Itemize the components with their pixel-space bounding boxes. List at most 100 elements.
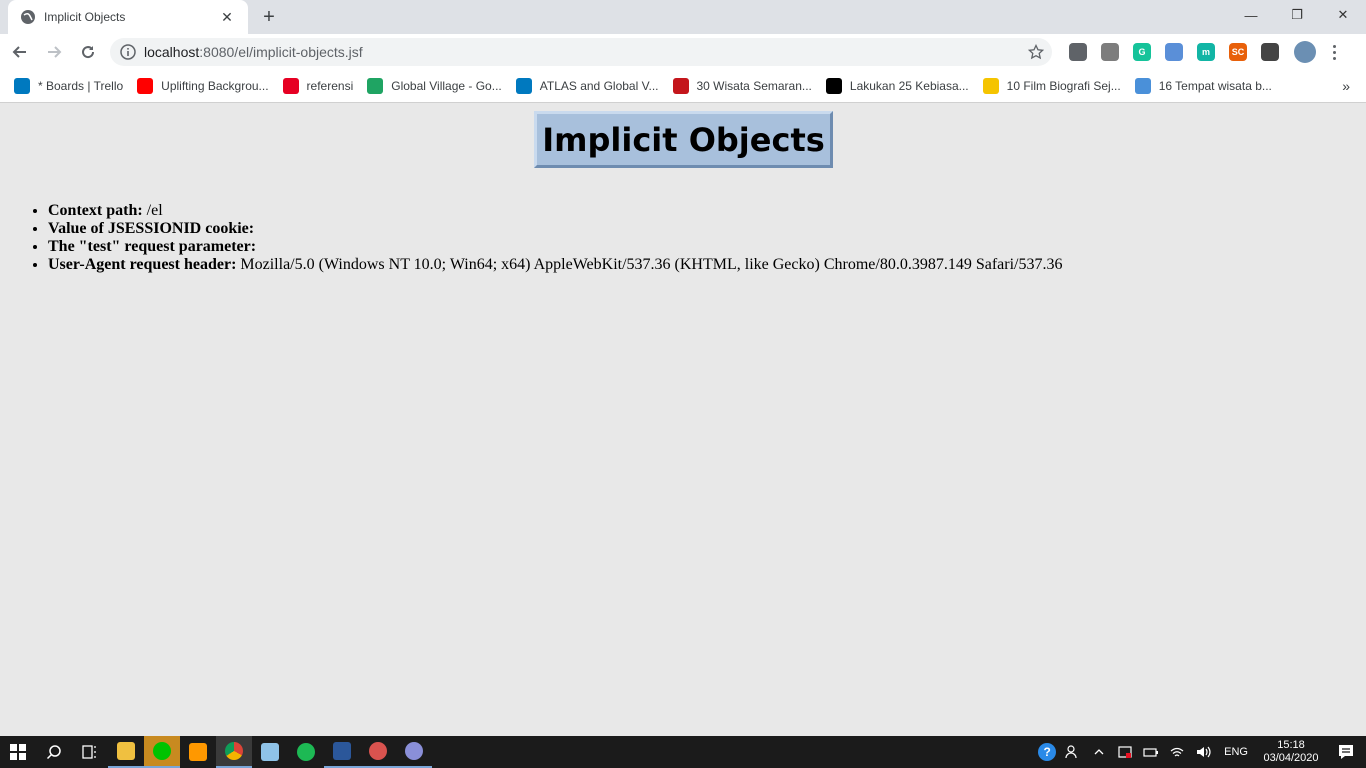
bookmark-item[interactable]: * Boards | Trello	[14, 78, 123, 94]
chevron-up-icon[interactable]	[1089, 742, 1109, 762]
extensions-area: Gm SC	[1062, 34, 1342, 70]
menu-dots-icon[interactable]	[1326, 44, 1342, 60]
notepad-icon	[261, 743, 279, 761]
ext-sc-icon[interactable]: SC	[1229, 43, 1247, 61]
implicit-objects-list: Context path: /elValue of JSESSIONID coo…	[0, 202, 1062, 274]
system-tray: ? ENG 15:18 03/04/2020	[1034, 736, 1366, 768]
search-button[interactable]	[36, 736, 72, 768]
help-icon[interactable]: ?	[1037, 742, 1057, 762]
bookmark-item[interactable]: Uplifting Backgrou...	[137, 78, 269, 94]
bookmark-item[interactable]: Lakukan 25 Kebiasa...	[825, 78, 969, 94]
heading-box: Implicit Objects	[534, 111, 833, 168]
list-item: User-Agent request header: Mozilla/5.0 (…	[48, 256, 1062, 274]
chrome-button[interactable]	[216, 736, 252, 768]
reload-button[interactable]	[74, 38, 102, 66]
app-cap-button[interactable]	[360, 736, 396, 768]
security-icon[interactable]	[1115, 742, 1135, 762]
bookmark-label: Global Village - Go...	[391, 79, 502, 93]
bookmark-label: Lakukan 25 Kebiasa...	[849, 79, 969, 93]
google-drive-icon	[367, 78, 384, 94]
bird-icon	[1134, 78, 1151, 94]
z-brand-icon	[982, 78, 999, 94]
profile-avatar[interactable]	[1294, 41, 1316, 63]
bookmark-item[interactable]: 10 Film Biografi Sej...	[982, 78, 1121, 94]
ext-circle-icon[interactable]	[1261, 43, 1279, 61]
item-label: The "test" request parameter:	[48, 238, 257, 255]
file-explorer-button[interactable]	[108, 736, 144, 768]
bookmark-item[interactable]: ATLAS and Global V...	[515, 78, 659, 94]
page-title: Implicit Objects	[542, 120, 825, 159]
word-button[interactable]	[324, 736, 360, 768]
item-label: Value of JSESSIONID cookie:	[48, 220, 255, 237]
arrow-left-icon	[12, 46, 26, 58]
bookmark-label: ATLAS and Global V...	[539, 79, 659, 93]
notepad-button[interactable]	[252, 736, 288, 768]
gear-icon	[405, 742, 423, 760]
browser-toolbar: localhost:8080/el/implicit-objects.jsf G…	[0, 34, 1366, 70]
chevron-right-icon[interactable]: »	[1342, 78, 1350, 94]
pinterest-icon	[282, 78, 299, 94]
close-window-button[interactable]: ✕	[1320, 0, 1366, 30]
reload-icon	[82, 46, 95, 59]
trello-icon	[515, 78, 532, 94]
address-bar[interactable]: localhost:8080/el/implicit-objects.jsf	[110, 38, 1052, 66]
bookmark-label: 16 Tempat wisata b...	[1158, 79, 1272, 93]
ext-cube-icon[interactable]	[1101, 43, 1119, 61]
line-app-button[interactable]	[144, 736, 180, 768]
sublime-icon	[189, 743, 207, 761]
word-icon	[333, 742, 351, 760]
ext-m-icon[interactable]: m	[1197, 43, 1215, 61]
clock[interactable]: 15:18 03/04/2020	[1256, 739, 1326, 765]
tab-title: Implicit Objects	[44, 10, 126, 24]
minimize-button[interactable]: —	[1228, 0, 1274, 30]
m-brand-icon	[672, 78, 689, 94]
close-tab-icon[interactable]: ✕	[218, 8, 236, 26]
folder-icon	[117, 742, 135, 760]
app-gear-button[interactable]	[396, 736, 432, 768]
new-tab-button[interactable]: +	[258, 6, 280, 28]
notification-icon	[1339, 745, 1353, 759]
cap-icon	[369, 742, 387, 760]
bookmark-item[interactable]: 16 Tempat wisata b...	[1134, 78, 1272, 94]
youtube-icon	[137, 78, 154, 94]
ext-message-icon[interactable]	[1069, 43, 1087, 61]
windows-taskbar: ? ENG 15:18 03/04/2020	[0, 736, 1366, 768]
info-icon[interactable]	[120, 44, 136, 60]
clock-time: 15:18	[1277, 739, 1305, 751]
task-view-button[interactable]	[72, 736, 108, 768]
sublime-text-button[interactable]	[180, 736, 216, 768]
back-button[interactable]	[6, 38, 34, 66]
help-circle-icon: ?	[1038, 743, 1057, 761]
page-content: Implicit Objects Context path: /elValue …	[0, 103, 1366, 736]
forward-button[interactable]	[40, 38, 68, 66]
m-black-icon	[825, 78, 842, 94]
grammarly-icon[interactable]: G	[1133, 43, 1151, 61]
task-view-icon	[82, 745, 96, 759]
bookmark-label: referensi	[306, 79, 354, 93]
bookmark-item[interactable]: 30 Wisata Semaran...	[672, 78, 812, 94]
input-language[interactable]: ENG	[1224, 746, 1248, 758]
item-value: /el	[142, 202, 163, 219]
bookmark-star-icon[interactable]	[1028, 44, 1044, 60]
bookmark-label: Uplifting Backgrou...	[161, 79, 269, 93]
line-chat-icon	[153, 742, 171, 760]
arrow-right-icon	[48, 46, 62, 58]
windows-start-button[interactable]	[0, 736, 36, 768]
volume-icon[interactable]	[1193, 742, 1213, 762]
notification-center-button[interactable]	[1326, 736, 1366, 768]
spotify-button[interactable]	[288, 736, 324, 768]
people-icon[interactable]	[1063, 742, 1083, 762]
restore-button[interactable]: ❐	[1274, 0, 1320, 30]
tab-implicit-objects[interactable]: Implicit Objects ✕	[8, 0, 248, 34]
list-item: Context path: /el	[48, 202, 1062, 220]
battery-icon[interactable]	[1141, 742, 1161, 762]
bookmark-item[interactable]: Global Village - Go...	[367, 78, 502, 94]
wifi-icon[interactable]	[1167, 742, 1187, 762]
bookmark-item[interactable]: referensi	[282, 78, 354, 94]
url-text: localhost:8080/el/implicit-objects.jsf	[144, 44, 363, 60]
ext-feather-icon[interactable]	[1165, 43, 1183, 61]
bookmark-label: * Boards | Trello	[38, 79, 124, 93]
bookmark-label: 30 Wisata Semaran...	[696, 79, 812, 93]
clock-date: 03/04/2020	[1263, 752, 1319, 764]
url-path: :8080/el/implicit-objects.jsf	[199, 44, 363, 60]
